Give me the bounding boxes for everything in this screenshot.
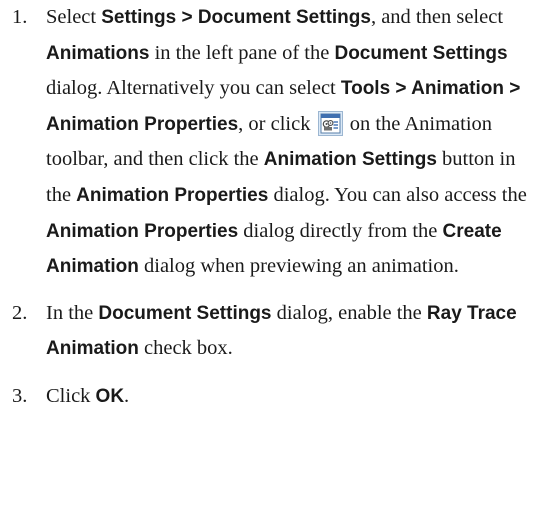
ui-term: Document Settings <box>98 302 272 324</box>
step-3: 3. Click OK. <box>0 379 550 415</box>
step-text: dialog when previewing an anim­ation. <box>138 255 459 278</box>
instruction-steps: 1. Select Settings > Document Settings, … <box>0 0 550 415</box>
step-text: check box. <box>138 337 233 360</box>
step-text: , or click <box>238 112 316 135</box>
step-text: in the left pane of the <box>149 41 335 64</box>
step-text: dialog. Alternatively you can select <box>46 77 341 100</box>
step-text: dia­log. You can also access the <box>268 183 527 206</box>
step-1: 1. Select Settings > Document Settings, … <box>0 0 550 285</box>
step-text: dialog directly from the <box>238 219 443 242</box>
step-text: Click <box>46 384 96 407</box>
animation-properties-icon <box>317 110 343 136</box>
step-number: 1. <box>12 6 28 28</box>
ui-term: Animation Properties <box>76 184 269 206</box>
step-number: 3. <box>12 384 28 407</box>
step-text: dialog, enable the <box>271 301 427 324</box>
ui-term: Document Settings <box>334 42 508 64</box>
ui-term: Animations <box>46 42 150 64</box>
step-text: . <box>124 384 130 407</box>
step-text: , and then select <box>370 6 504 28</box>
step-text: Select <box>46 6 102 28</box>
ui-term: OK <box>95 385 125 407</box>
step-2: 2. In the Document Settings dialog, enab… <box>0 296 550 367</box>
ui-term: Animation Set­tings <box>263 149 437 171</box>
ui-term: Animation Properties <box>46 220 239 242</box>
menu-path: Settings > Document Settings <box>101 7 371 28</box>
step-number: 2. <box>12 301 28 324</box>
step-text: In the <box>46 301 99 324</box>
